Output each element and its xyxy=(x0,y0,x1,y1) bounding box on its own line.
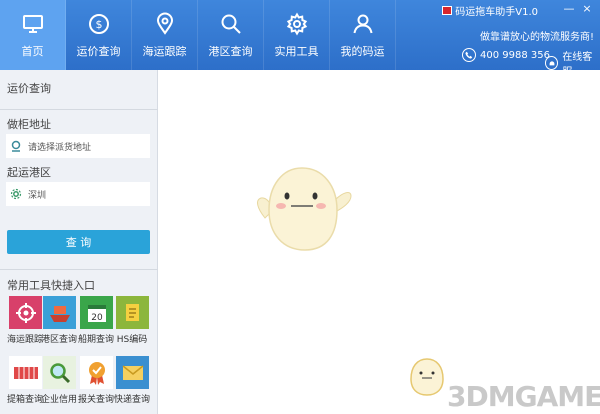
freight-query-title: 运价查询 xyxy=(7,82,51,95)
nav-home[interactable]: 首页 xyxy=(0,0,66,70)
target-icon xyxy=(15,302,36,323)
minimize-button[interactable]: — xyxy=(562,2,576,15)
port-query-tile[interactable] xyxy=(43,296,76,329)
nav-freight-label: 运价查询 xyxy=(76,45,121,58)
nav-tracking-label: 海运跟踪 xyxy=(142,45,187,58)
pickup-address-title: 做柜地址 xyxy=(7,118,51,131)
location-pin-icon xyxy=(156,12,173,35)
gear-small-icon xyxy=(10,188,22,200)
query-button[interactable]: 查 询 xyxy=(7,230,150,254)
origin-port-title: 起运港区 xyxy=(7,166,51,179)
top-navigation-bar: 首页 $ 运价查询 海运跟踪 港区查询 实用工具 我的码运 码运拖车助手V1.0… xyxy=(0,0,600,78)
hs-code-tile[interactable] xyxy=(116,296,149,329)
credit-query-label[interactable]: 企业信用 xyxy=(41,392,77,405)
divider xyxy=(0,269,158,270)
express-query-label[interactable]: 快递查询 xyxy=(114,392,150,405)
gear-icon xyxy=(286,12,307,36)
schedule-query-label[interactable]: 船期查询 xyxy=(78,332,114,345)
close-button[interactable]: × xyxy=(580,2,594,15)
container-query-label[interactable]: 提箱查询 xyxy=(7,392,43,405)
schedule-query-tile[interactable]: 20 xyxy=(80,296,113,329)
mascot-logo-illustration xyxy=(410,358,444,396)
app-title: 码运拖车助手V1.0 xyxy=(442,3,538,18)
map-pin-icon xyxy=(11,140,21,152)
express-query-tile[interactable] xyxy=(116,356,149,389)
nav-tools-label: 实用工具 xyxy=(274,45,319,58)
ship-icon xyxy=(49,305,70,322)
pickup-address-placeholder: 请选择派货地址 xyxy=(28,142,92,153)
container-query-tile[interactable] xyxy=(9,356,42,389)
svg-text:20: 20 xyxy=(91,313,103,323)
search-icon xyxy=(221,14,241,34)
monitor-icon xyxy=(22,15,43,33)
nav-home-label: 首页 xyxy=(21,45,44,58)
origin-port-value: 深圳 xyxy=(28,190,47,201)
pickup-address-field[interactable]: 请选择派货地址 xyxy=(6,134,150,158)
nav-account-label: 我的码运 xyxy=(340,45,385,58)
dollar-icon: $ xyxy=(88,14,109,34)
sidebar: 运价查询 做柜地址 请选择派货地址 起运港区 深圳 查 询 常用工具快捷入口 海… xyxy=(0,70,158,414)
phone-icon xyxy=(462,48,476,62)
nav-shipping-tracking[interactable]: 海运跟踪 xyxy=(132,0,198,70)
support-icon xyxy=(545,56,559,70)
nav-freight-query[interactable]: $ 运价查询 xyxy=(66,0,132,70)
container-icon xyxy=(13,366,38,379)
watermark-text: 3DMGAME xyxy=(447,380,600,413)
calendar-icon: 20 xyxy=(87,304,106,323)
magnifier-icon xyxy=(49,362,70,383)
port-query-label[interactable]: 港区查询 xyxy=(41,332,77,345)
tools-shortcut-title: 常用工具快捷入口 xyxy=(7,279,95,292)
app-title-text: 码运拖车助手V1.0 xyxy=(455,7,538,18)
shipping-tracking-label[interactable]: 海运跟踪 xyxy=(7,332,43,345)
hs-code-label[interactable]: HS编码 xyxy=(114,332,150,345)
nav-my-account[interactable]: 我的码运 xyxy=(330,0,396,70)
envelope-icon xyxy=(122,364,143,380)
nav-port-query[interactable]: 港区查询 xyxy=(198,0,264,70)
svg-text:$: $ xyxy=(95,18,102,31)
divider xyxy=(0,109,158,110)
nav-port-label: 港区查询 xyxy=(208,45,253,58)
nav-tools[interactable]: 实用工具 xyxy=(264,0,330,70)
shipping-tracking-tile[interactable] xyxy=(9,296,42,329)
customs-query-tile[interactable] xyxy=(80,356,113,389)
credit-query-tile[interactable] xyxy=(43,356,76,389)
document-icon xyxy=(125,303,139,321)
slogan-text: 做靠谱放心的物流服务商! xyxy=(479,32,594,43)
user-icon xyxy=(353,14,372,34)
mascot-illustration xyxy=(257,167,352,251)
origin-port-field[interactable]: 深圳 xyxy=(6,182,150,206)
main-content-area: 3DMGAME xyxy=(159,70,600,414)
phone-contact[interactable]: 400 9988 356 xyxy=(462,48,550,62)
app-logo-icon xyxy=(442,6,453,15)
badge-icon xyxy=(88,361,105,385)
phone-number: 400 9988 356 xyxy=(480,49,550,61)
customs-query-label[interactable]: 报关查询 xyxy=(78,392,114,405)
